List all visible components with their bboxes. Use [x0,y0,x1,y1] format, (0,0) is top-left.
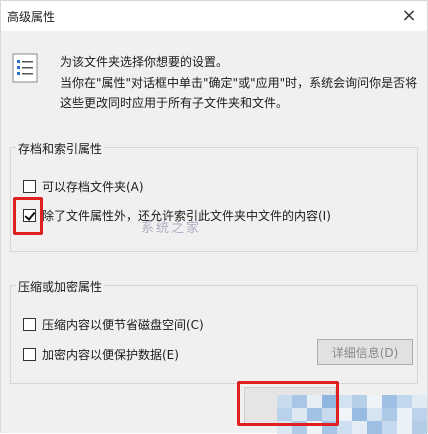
compress-encrypt-group [10,285,418,384]
dialog-title: 高级属性 [7,10,56,24]
encrypt-checkbox-box[interactable] [23,348,36,361]
title-bar: 高级属性 × [1,1,427,31]
archive-folder-label: 可以存档文件夹(A) [42,180,144,194]
encrypt-checkbox[interactable]: 加密内容以便保护数据(E) [23,346,179,363]
highlight-checkbox-frame [13,197,43,235]
compress-checkbox[interactable]: 压缩内容以便节省磁盘空间(C) [23,316,204,333]
dialog-body: 为该文件夹选择你想要的设置。 当你在"属性"对话框中单击"确定"或"应用"时，系… [1,31,427,434]
document-settings-icon [12,53,38,83]
compress-checkbox-box[interactable] [23,318,36,331]
archive-folder-checkbox[interactable]: 可以存档文件夹(A) [23,178,144,195]
intro-description: 当你在"属性"对话框中单击"确定"或"应用"时，系统会询问你是否将这些更改同时应… [60,76,418,110]
encrypt-label: 加密内容以便保护数据(E) [42,348,179,362]
compress-label: 压缩内容以便节省磁盘空间(C) [42,318,204,332]
intro-text: 为该文件夹选择你想要的设置。 [60,55,229,69]
archive-folder-checkbox-box[interactable] [23,180,36,193]
advanced-attributes-dialog: 高级属性 × 为该文件夹选择你想要的设置。 当你在"属性"对话框中单击"确定"或… [0,0,428,434]
close-icon[interactable]: × [395,2,423,28]
compress-group-title: 压缩或加密属性 [16,278,105,295]
details-button[interactable]: 详细信息(D) [317,339,413,365]
archive-index-group [10,147,418,252]
archive-group-title: 存档和索引属性 [16,140,105,157]
watermark: 系统之家 [141,221,202,236]
highlight-ok-frame [237,381,339,426]
